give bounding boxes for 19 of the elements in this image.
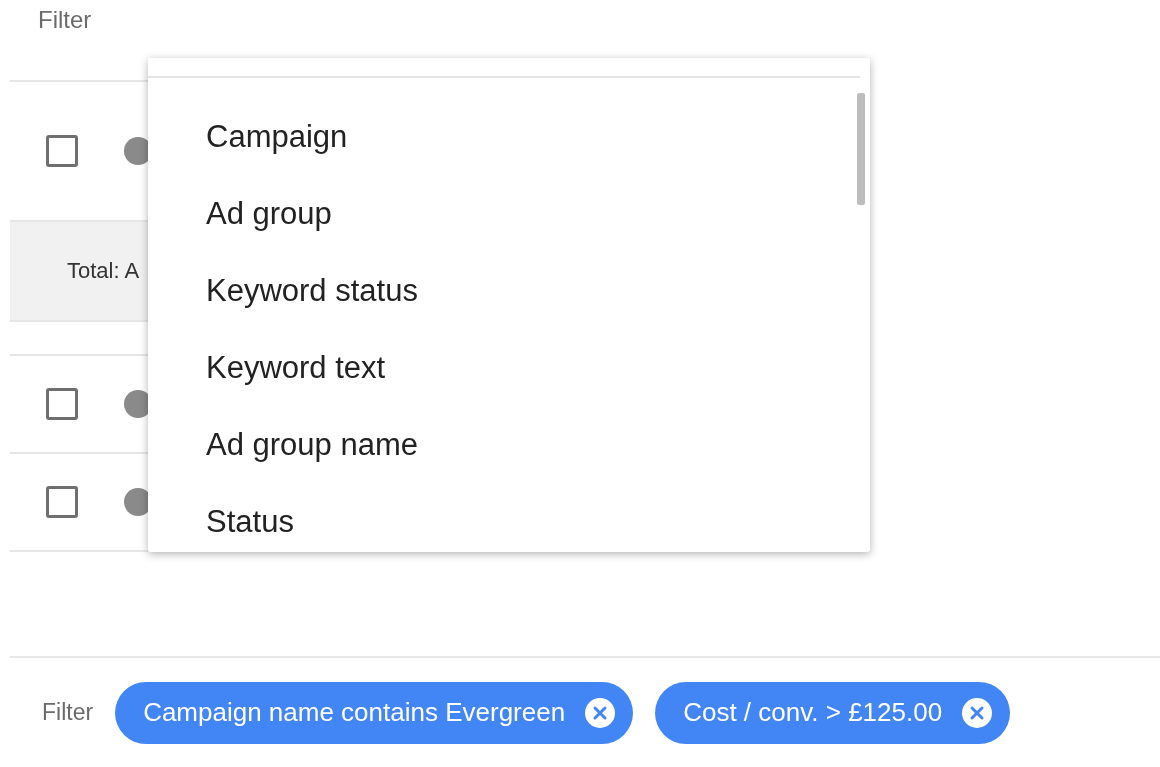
- menu-item[interactable]: Ad group name: [148, 406, 870, 483]
- row-checkbox[interactable]: [46, 135, 78, 167]
- chip-label: Cost / conv. > £125.00: [683, 697, 943, 728]
- row-checkbox[interactable]: [46, 486, 78, 518]
- menu-item[interactable]: Keyword status: [148, 252, 870, 329]
- filter-label: Filter: [42, 699, 94, 726]
- filter-chip[interactable]: Cost / conv. > £125.00: [655, 681, 1011, 744]
- menu-item[interactable]: Keyword text: [148, 329, 870, 406]
- menu-item[interactable]: Campaign: [148, 98, 870, 175]
- close-icon[interactable]: [585, 697, 616, 728]
- menu-item[interactable]: Status: [148, 483, 870, 560]
- filter-chip[interactable]: Campaign name contains Evergreen: [115, 681, 634, 744]
- close-icon[interactable]: [962, 697, 993, 728]
- row-checkbox[interactable]: [46, 388, 78, 420]
- total-text: Total: A: [66, 258, 140, 284]
- menu-item[interactable]: Ad group: [148, 175, 870, 252]
- filter-label: Filter: [37, 5, 93, 35]
- chip-label: Campaign name contains Evergreen: [143, 697, 566, 728]
- scrollbar-thumb[interactable]: [857, 93, 865, 205]
